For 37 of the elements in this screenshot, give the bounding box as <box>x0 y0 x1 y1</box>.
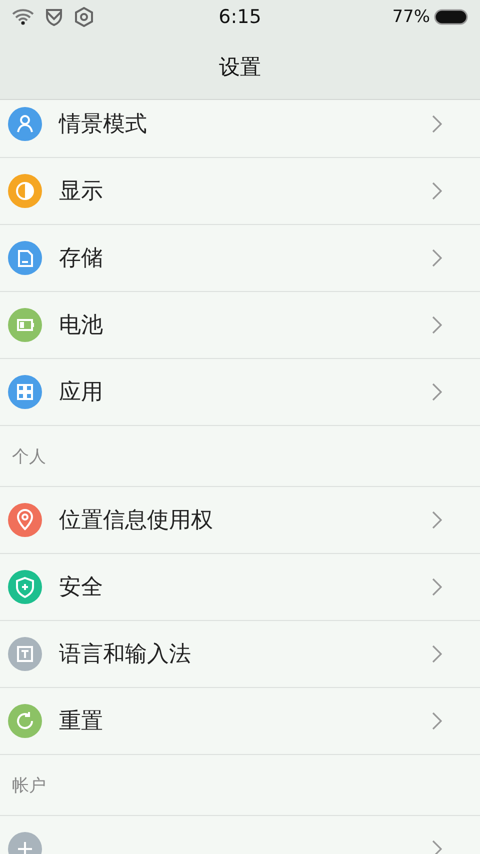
settings-item[interactable]: 应用 <box>0 359 480 426</box>
item-label: 显示 <box>59 178 104 206</box>
settings-item[interactable]: 情景模式 <box>0 100 480 158</box>
settings-item[interactable]: 重置 <box>0 688 480 755</box>
settings-item[interactable]: 显示 <box>0 158 480 225</box>
item-label: 重置 <box>59 708 104 736</box>
chevron-icon <box>432 383 442 401</box>
settings-item[interactable]: 电池 <box>0 292 480 359</box>
battery-icon <box>434 9 468 25</box>
chevron-icon <box>432 511 442 529</box>
chevron-icon <box>432 578 442 596</box>
clock-time: 6:15 <box>218 6 262 28</box>
chevron-icon <box>432 645 442 663</box>
item-label: 应用 <box>59 379 104 407</box>
hexagon-icon <box>74 7 94 27</box>
section-header: 帐户 <box>12 774 46 796</box>
settings-item[interactable]: 语言和输入法 <box>0 621 480 688</box>
chevron-icon <box>432 840 442 854</box>
shield-icon <box>44 7 64 27</box>
chevron-icon <box>432 115 442 133</box>
settings-item[interactable]: 存储 <box>0 225 480 292</box>
page-title: 设置 <box>218 54 262 80</box>
wifi-icon <box>12 9 34 25</box>
chevron-icon <box>432 182 442 200</box>
chevron-icon <box>432 249 442 267</box>
item-label: 位置信息使用权 <box>59 507 214 535</box>
item-label: 安全 <box>59 574 104 602</box>
chevron-icon <box>432 316 442 334</box>
section-header: 个人 <box>12 446 46 468</box>
item-label: 存储 <box>59 245 104 273</box>
battery-percent: 77% <box>392 7 430 27</box>
item-label: 情景模式 <box>59 111 148 139</box>
item-label: 语言和输入法 <box>59 641 192 669</box>
settings-item[interactable]: 安全 <box>0 554 480 621</box>
settings-item[interactable]: 位置信息使用权 <box>0 487 480 554</box>
item-label: 电池 <box>59 312 104 340</box>
chevron-icon <box>432 712 442 730</box>
